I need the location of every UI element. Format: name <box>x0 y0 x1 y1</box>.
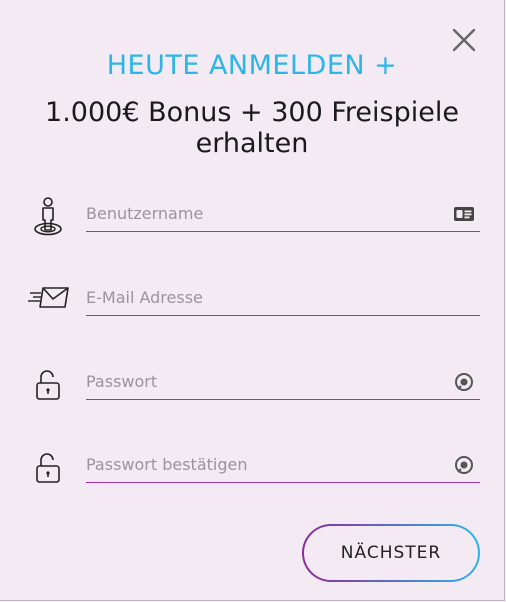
username-row <box>0 196 504 256</box>
id-card-icon <box>454 207 474 221</box>
lock-icon <box>36 453 60 483</box>
password-confirm-input[interactable] <box>86 447 480 483</box>
username-input[interactable] <box>86 196 480 232</box>
email-input[interactable] <box>86 280 480 316</box>
envelope-icon <box>28 287 69 308</box>
subheadline-line-2: erhalten <box>195 128 309 159</box>
subheadline: 1.000€ Bonus + 300 Freispiele erhalten <box>0 97 504 159</box>
eye-icon[interactable] <box>452 370 476 394</box>
subheadline-line-1: 1.000€ Bonus + 300 Freispiele <box>45 97 459 128</box>
eye-icon[interactable] <box>452 453 476 477</box>
headline: HEUTE ANMELDEN + <box>106 50 398 81</box>
signup-modal: HEUTE ANMELDEN + 1.000€ Bonus + 300 Frei… <box>0 0 505 601</box>
password-row <box>0 364 504 424</box>
password-confirm-row <box>0 447 504 507</box>
user-icon <box>34 197 62 236</box>
password-input[interactable] <box>86 364 480 400</box>
email-row <box>0 280 504 340</box>
next-button[interactable]: NÄCHSTER <box>302 524 480 582</box>
lock-icon <box>36 370 60 400</box>
